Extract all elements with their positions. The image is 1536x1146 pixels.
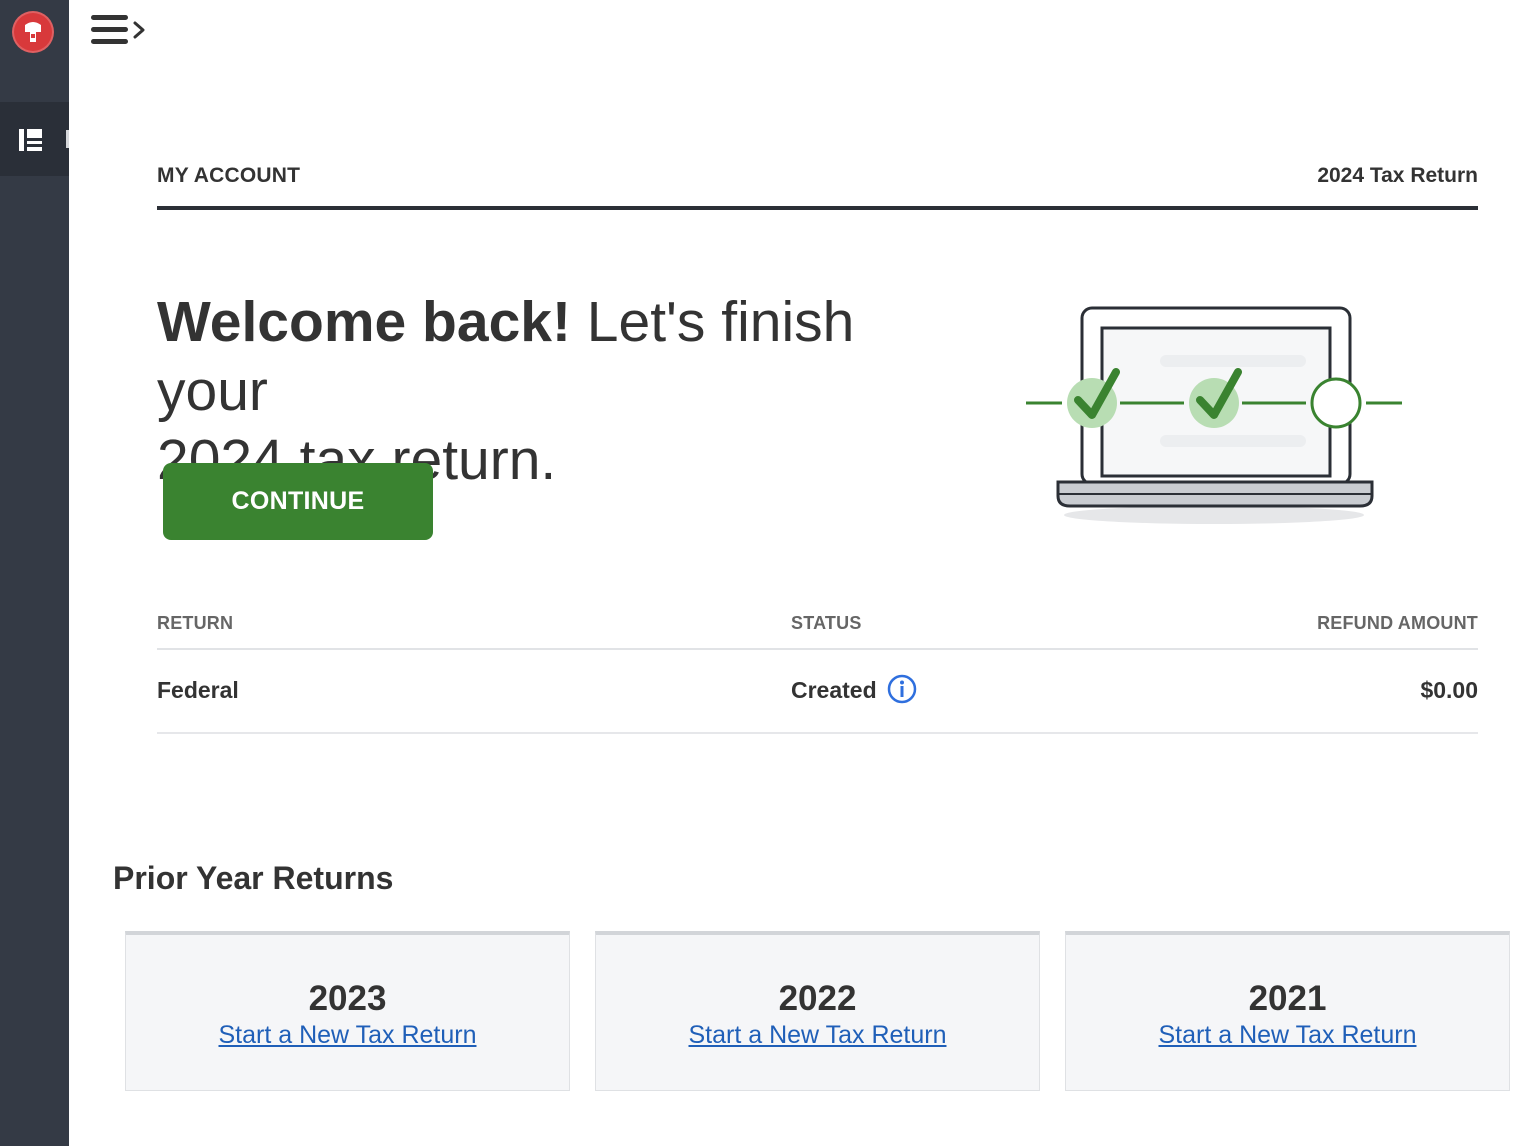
brand-logo[interactable]	[12, 11, 54, 53]
prior-year-card-2023: 2023 Start a New Tax Return	[125, 931, 570, 1091]
start-new-return-link-2023[interactable]: Start a New Tax Return	[219, 1021, 477, 1050]
returns-table: RETURN STATUS REFUND AMOUNT Federal Crea…	[157, 600, 1478, 734]
section-label: MY ACCOUNT	[157, 164, 301, 187]
start-new-return-link-2022[interactable]: Start a New Tax Return	[689, 1021, 947, 1050]
column-header-status: STATUS	[791, 613, 862, 633]
status-cell: Created	[791, 674, 917, 704]
dashboard-icon	[19, 129, 42, 151]
card-year: 2021	[1248, 979, 1327, 1018]
column-header-return: RETURN	[157, 613, 234, 633]
return-name: Federal	[157, 677, 239, 703]
refund-amount: $0.00	[1420, 677, 1478, 703]
tax-return-label: 2024 Tax Return	[1317, 164, 1478, 187]
hamburger-expand-icon	[91, 15, 145, 44]
prior-year-title: Prior Year Returns	[113, 860, 394, 896]
welcome-bold: Welcome back!	[157, 290, 571, 354]
laptop-progress-illustration	[1020, 300, 1410, 535]
card-year: 2022	[778, 979, 857, 1018]
column-header-refund: REFUND AMOUNT	[1317, 613, 1478, 633]
sidebar-edge-marker	[66, 130, 69, 148]
prior-year-card-2022: 2022 Start a New Tax Return	[595, 931, 1040, 1091]
menu-expand-button[interactable]	[88, 12, 150, 50]
start-new-return-link-2021[interactable]: Start a New Tax Return	[1159, 1021, 1417, 1050]
continue-button[interactable]: CONTINUE	[163, 463, 433, 540]
account-header: MY ACCOUNT 2024 Tax Return	[157, 160, 1478, 210]
prior-year-card-2021: 2021 Start a New Tax Return	[1065, 931, 1510, 1091]
status-text: Created	[791, 677, 877, 703]
sidebar	[0, 0, 69, 1146]
info-icon[interactable]	[887, 674, 917, 704]
card-year: 2023	[308, 979, 387, 1018]
table-header: RETURN STATUS REFUND AMOUNT	[157, 600, 1478, 650]
sidebar-item-dashboard[interactable]	[0, 102, 69, 176]
table-row: Federal Created $0.00	[157, 650, 1478, 734]
